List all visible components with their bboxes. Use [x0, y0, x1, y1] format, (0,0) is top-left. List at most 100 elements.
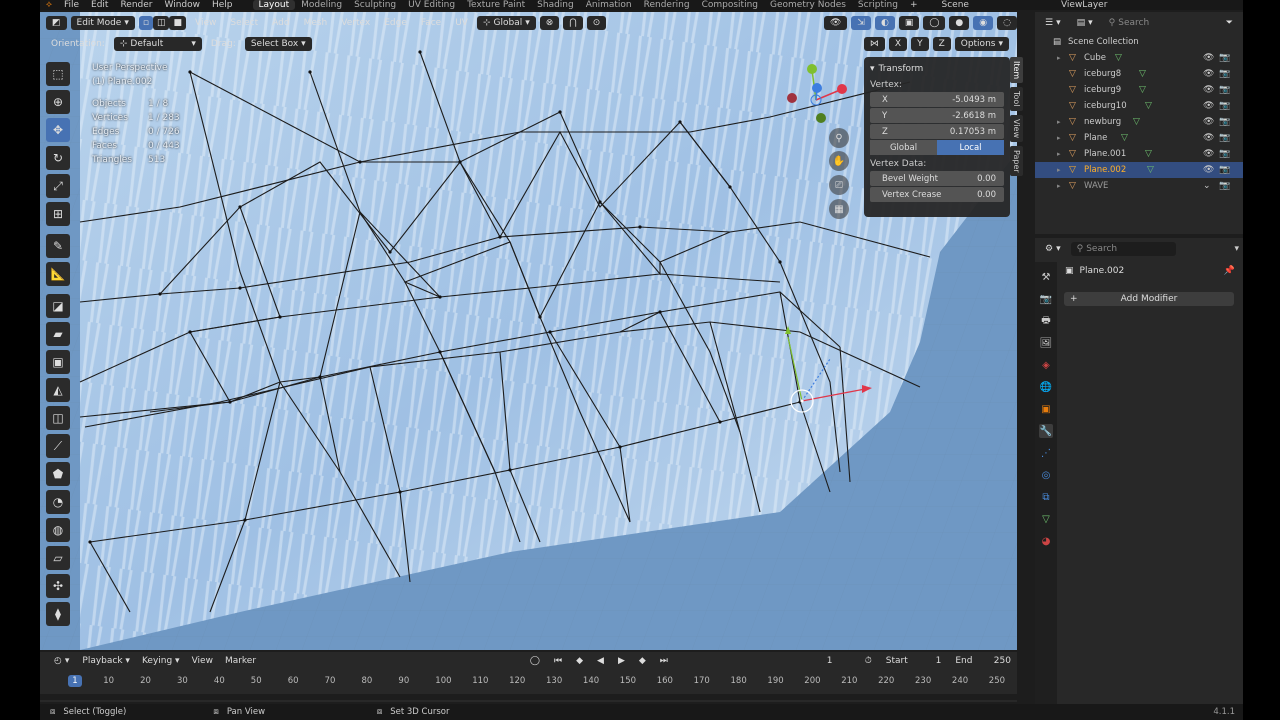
orientation-selector[interactable]: ⊹ Default ▾	[113, 37, 202, 51]
camera-icon[interactable]: 📷	[1219, 101, 1230, 111]
workspace-tab-rendering[interactable]: Rendering	[638, 0, 696, 10]
knife-tool[interactable]: ⟋	[46, 434, 70, 458]
select-box-tool[interactable]: ⬚	[46, 62, 70, 86]
properties-search-input[interactable]: ⚲ Search	[1070, 242, 1177, 256]
menu-keying[interactable]: Keying ▾	[137, 656, 185, 666]
mesh-data-icon[interactable]: ▽	[1115, 53, 1122, 63]
outliner-row[interactable]: ▸ ▽ Plane ▽ 👁 📷	[1035, 130, 1243, 146]
transform-tool[interactable]: ⊞	[46, 202, 70, 226]
gizmo-toggle-button[interactable]: ⇲	[851, 16, 871, 30]
expand-arrow-icon[interactable]: ▸	[1057, 54, 1061, 62]
vertex-crease-field[interactable]: Vertex Crease 0.00	[870, 187, 1004, 202]
options-dropdown[interactable]: Options ▾	[954, 37, 1009, 51]
data-tab-icon[interactable]: ▽	[1039, 512, 1053, 526]
menu-edit[interactable]: Edit	[85, 0, 114, 10]
menu-render[interactable]: Render	[114, 0, 158, 10]
mesh-data-icon[interactable]: ▽	[1145, 101, 1152, 111]
next-keyframe-button[interactable]: ◆	[632, 654, 652, 668]
eye-icon[interactable]: 👁	[1203, 53, 1214, 63]
expand-arrow-icon[interactable]: ▸	[1057, 182, 1061, 190]
display-mode-button[interactable]: ▤ ▾	[1070, 16, 1099, 30]
mesh-data-icon[interactable]: ▽	[1145, 149, 1152, 159]
filter-button[interactable]: ⏷	[1219, 16, 1239, 30]
particles-tab-icon[interactable]: ⋰	[1039, 446, 1053, 460]
shrink-fatten-tool[interactable]: ✣	[46, 574, 70, 598]
menu-mesh[interactable]: Mesh	[299, 18, 333, 28]
camera-icon[interactable]: 📷	[1219, 117, 1230, 127]
outliner-editor-type[interactable]: ☰ ▾	[1039, 16, 1067, 30]
transform-space-selector[interactable]: ⊹ Global ▾	[476, 16, 536, 30]
vertex-z-field[interactable]: Z 0.17053 m	[870, 124, 1004, 139]
frame-ruler[interactable]: 1 10 20 30 40 50 60 70 80 90 100 110 120 130 140 150 16…	[40, 674, 1017, 690]
menu-view[interactable]: View	[190, 18, 221, 28]
workspace-tab-sculpting[interactable]: Sculpting	[348, 0, 402, 10]
vertex-y-field[interactable]: Y -2.6618 m	[870, 108, 1004, 123]
mesh-data-icon[interactable]: ▽	[1147, 165, 1154, 175]
menu-uv[interactable]: UV	[450, 18, 473, 28]
vertex-select-mode-button[interactable]: ▫	[138, 16, 153, 30]
eye-icon[interactable]: 👁	[1203, 117, 1214, 127]
mirror-options-icon[interactable]: ⋈	[863, 37, 885, 51]
eye-icon[interactable]: 👁	[1203, 69, 1214, 79]
workspace-tab-layout[interactable]: Layout	[252, 0, 296, 10]
global-button[interactable]: Global	[870, 140, 937, 155]
outliner-row[interactable]: ▽ iceburg9 ▽ 👁 📷	[1035, 82, 1243, 98]
camera-view-button[interactable]: ⎚	[829, 175, 849, 195]
edge-select-mode-button[interactable]: ◫	[152, 16, 170, 30]
camera-icon[interactable]: 📷	[1219, 149, 1230, 159]
pivot-point-button[interactable]: ⊗	[539, 16, 560, 30]
workspace-tab-shading[interactable]: Shading	[531, 0, 580, 10]
jump-end-button[interactable]: ⏭	[653, 654, 674, 668]
rotate-tool[interactable]: ↻	[46, 146, 70, 170]
face-select-mode-button[interactable]: ■	[169, 16, 186, 30]
mesh-data-icon[interactable]: ▽	[1133, 117, 1140, 127]
scene-tab-icon[interactable]: ◈	[1039, 358, 1053, 372]
tab-paper[interactable]: Paper	[1010, 145, 1023, 177]
object-tab-icon[interactable]: ▣	[1039, 402, 1053, 416]
workspace-tab-texture-paint[interactable]: Texture Paint	[461, 0, 531, 10]
outliner-search-input[interactable]: ⚲ Search	[1102, 16, 1216, 30]
preview-range-button[interactable]: ⏱	[858, 654, 878, 668]
edge-slide-tool[interactable]: ▱	[46, 546, 70, 570]
add-cube-tool[interactable]: ◪	[46, 294, 70, 318]
outliner-row[interactable]: ▸ ▽ newburg ▽ 👁 📷	[1035, 114, 1243, 130]
chevron-down-icon[interactable]: ▾	[1234, 244, 1239, 254]
current-frame-field[interactable]: 1	[802, 654, 857, 668]
camera-icon[interactable]: 📷	[1219, 69, 1230, 79]
physics-tab-icon[interactable]: ◎	[1039, 468, 1053, 482]
camera-icon[interactable]: 📷	[1219, 133, 1230, 143]
expand-arrow-icon[interactable]: ▸	[1057, 134, 1061, 142]
mode-selector[interactable]: Edit Mode ▾	[70, 16, 135, 30]
inset-tool[interactable]: ▣	[46, 350, 70, 374]
eye-icon[interactable]: 👁	[1203, 149, 1214, 159]
shading-wireframe-button[interactable]: ◯	[923, 16, 946, 30]
measure-tool[interactable]: 📐	[46, 262, 70, 286]
menu-marker[interactable]: Marker	[220, 656, 261, 666]
properties-editor-type[interactable]: ⚙ ▾	[1039, 242, 1067, 256]
menu-face[interactable]: Face	[416, 18, 446, 28]
outliner-row[interactable]: ▸ ▽ Plane.002 ▽ 👁 📷	[1035, 162, 1243, 178]
add-modifier-button[interactable]: + Add Modifier	[1064, 292, 1234, 306]
tab-view[interactable]: View	[1010, 114, 1023, 142]
view-layer-selector[interactable]: ViewLayer	[1055, 0, 1113, 10]
end-frame-field[interactable]: End 250	[949, 654, 1017, 668]
menu-select[interactable]: Select	[225, 18, 263, 28]
play-reverse-button[interactable]: ◀	[591, 654, 610, 668]
workspace-tab-geometry-nodes[interactable]: Geometry Nodes	[764, 0, 852, 10]
menu-help[interactable]: Help	[206, 0, 239, 10]
blender-logo-icon[interactable]: ⟡	[40, 0, 58, 10]
eye-icon[interactable]: 👁	[1203, 133, 1214, 143]
transform-panel-header[interactable]: ▾ Transform	[870, 60, 1004, 78]
add-workspace-button[interactable]: +	[904, 0, 924, 10]
camera-icon[interactable]: 📷	[1219, 165, 1230, 175]
menu-vertex[interactable]: Vertex	[336, 18, 375, 28]
timeline-editor-type[interactable]: ◴ ▾	[48, 654, 76, 668]
menu-window[interactable]: Window	[159, 0, 207, 10]
tab-item[interactable]: Item	[1010, 57, 1023, 84]
outliner-row[interactable]: ▽ iceburg8 ▽ 👁 📷	[1035, 66, 1243, 82]
move-tool[interactable]: ✥	[46, 118, 70, 142]
drag-selector[interactable]: Select Box ▾	[244, 37, 312, 51]
auto-keying-button[interactable]: ◯	[523, 654, 546, 668]
spin-tool[interactable]: ◔	[46, 490, 70, 514]
mirror-x-button[interactable]: X	[888, 37, 908, 51]
